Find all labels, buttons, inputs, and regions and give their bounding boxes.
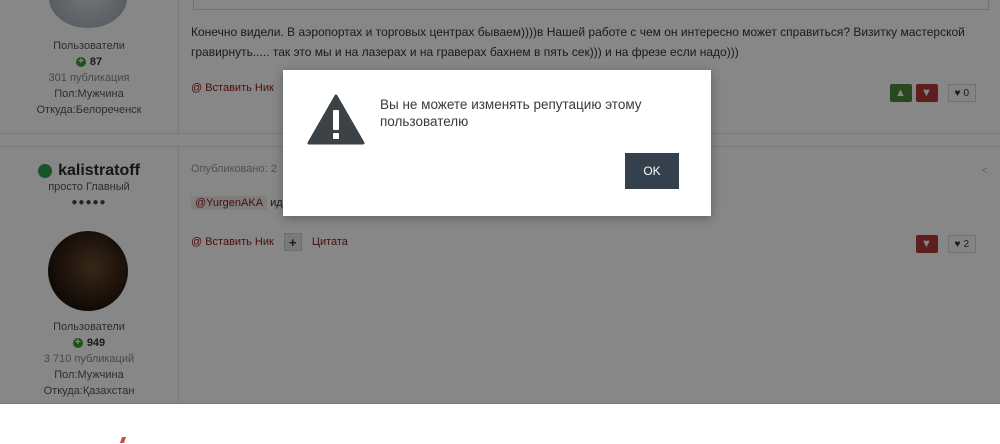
ok-button[interactable]: OK [625,153,679,189]
forum-page: Пользователи 87 301 публикация Пол:Мужчи… [0,0,1000,404]
alert-dialog: Вы не можете изменять репутацию этому по… [283,70,711,216]
bottom-margin [0,404,1000,444]
cursor-mark [119,437,127,443]
dialog-message: Вы не можете изменять репутацию этому по… [380,97,642,129]
warning-icon [307,94,365,145]
